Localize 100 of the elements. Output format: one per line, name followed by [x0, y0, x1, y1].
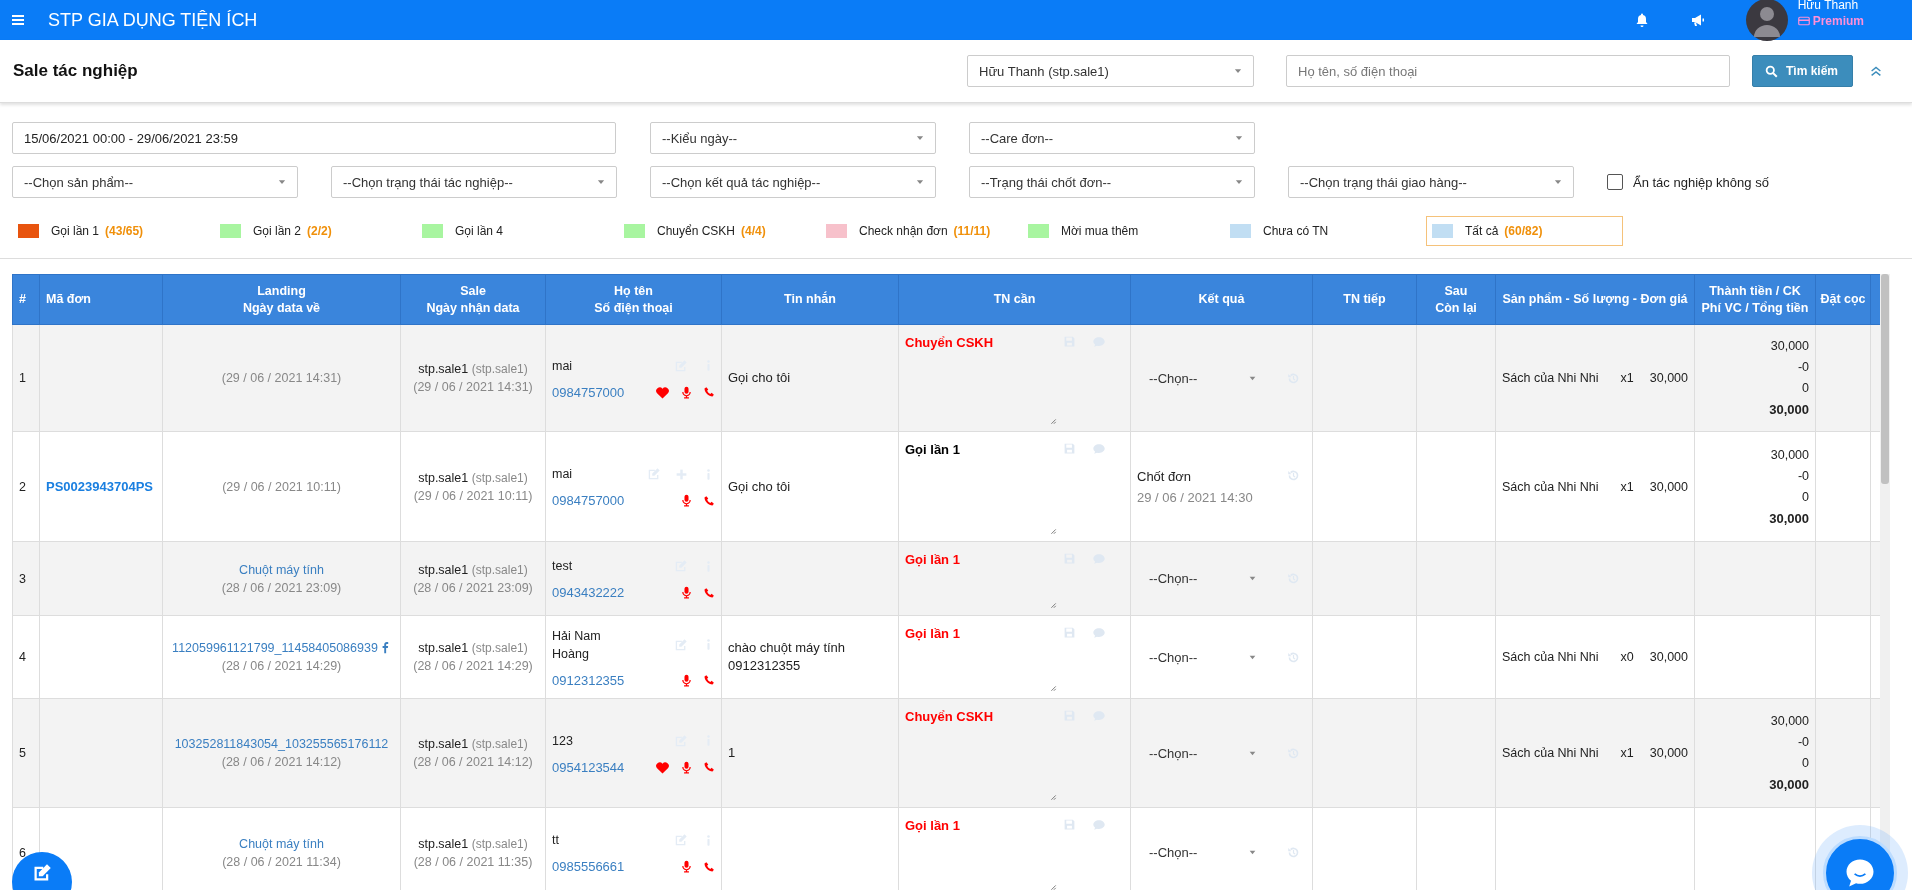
product-quantity: x1 [1620, 479, 1634, 494]
total-amount: -0 [1796, 468, 1809, 483]
edit-icon[interactable] [647, 467, 661, 481]
phone-link[interactable]: 0984757000 [552, 493, 647, 508]
legend-item[interactable]: Chưa có TN [1224, 216, 1426, 246]
message-text: Gọi cho tôi [721, 324, 899, 432]
landing-link[interactable]: Chuột máy tính [239, 836, 324, 851]
landing-link[interactable]: 103252811843054_103255565176112 [174, 737, 389, 751]
mic-icon[interactable] [680, 494, 693, 507]
legend-item[interactable]: Check nhận đơn (11/11) [820, 216, 1022, 246]
product-quantity: x0 [1620, 650, 1634, 664]
landing-link[interactable]: 112059961121799_11458405086939 [172, 641, 378, 655]
column-header[interactable]: Landing Ngày data về [162, 274, 401, 325]
phone-link[interactable]: 0984757000 [552, 384, 655, 400]
legend-label: Check nhận đơn [859, 224, 948, 238]
message-text: chào chuột máy tính 0912312355 [721, 615, 899, 699]
mic-icon[interactable] [680, 385, 693, 399]
column-header[interactable]: Sản phẩm - Số lượng - Đơn giá [1495, 274, 1695, 325]
checkbox-label: Ẩn tác nghiệp không số [1633, 174, 1769, 190]
legend-label: Gọi lần 2 [253, 224, 302, 238]
column-header[interactable]: Mã đơn [39, 274, 163, 325]
total-amount: -0 [1796, 735, 1809, 749]
legend-item[interactable]: Gọi lần 2 (2/2) [214, 216, 416, 246]
total-amount: 0 [1801, 489, 1809, 504]
row-number: 3 [12, 541, 40, 616]
scrollbar-thumb[interactable] [1881, 274, 1889, 484]
product-name: Sách của Nhi Nhi [1502, 479, 1600, 494]
edit-icon[interactable] [674, 637, 688, 652]
column-header[interactable]: Tin nhắn [721, 274, 899, 325]
legend-item[interactable]: Gọi lần 1 (43/65) [12, 216, 214, 246]
landing-date: (29 / 06 / 2021 10:11) [221, 479, 342, 494]
phone-link[interactable]: 0912312355 [552, 672, 674, 688]
product-price: 30,000 [1649, 371, 1688, 385]
phone-link[interactable]: 0943432222 [552, 585, 674, 600]
history-icon[interactable] [1287, 650, 1300, 664]
legend-item[interactable]: Gọi lần 4 [416, 216, 618, 246]
sale-date: (28 / 06 / 2021 23:09) [412, 580, 534, 595]
column-header[interactable]: Sau Còn lại [1416, 274, 1496, 325]
megaphone-icon[interactable] [1689, 12, 1706, 28]
menu-icon[interactable] [10, 12, 26, 28]
sale-user: stp.sale1 [418, 641, 469, 655]
edit-icon[interactable] [674, 833, 688, 847]
column-header[interactable]: # [12, 274, 40, 325]
mic-icon[interactable] [680, 673, 693, 687]
history-icon[interactable] [1287, 468, 1300, 482]
search-field[interactable]: Họ tên, số điện thoại [1286, 55, 1730, 87]
legend-item[interactable]: Chuyển CSKH (4/4) [618, 216, 820, 246]
phone-link[interactable]: 0954123544 [552, 759, 655, 775]
heart-icon[interactable] [655, 759, 670, 775]
filter-select[interactable]: --Trạng thái chốt đơn-- [969, 166, 1255, 198]
filter-select[interactable]: --Chọn trạng thái giao hàng-- [1288, 166, 1574, 198]
filter-select[interactable]: --Care đơn-- [969, 122, 1255, 154]
avatar[interactable] [1745, 0, 1788, 41]
landing-link[interactable]: Chuột máy tính [239, 562, 324, 577]
phone-icon[interactable] [703, 674, 715, 686]
legend-item[interactable]: Tất cả (60/82) [1426, 216, 1623, 246]
sale-date: (28 / 06 / 2021 11:35) [412, 854, 534, 869]
mic-icon[interactable] [680, 860, 693, 873]
filter-select[interactable]: --Kiểu ngày-- [650, 122, 936, 154]
filter-select[interactable]: --Chọn sản phẩm-- [12, 166, 298, 198]
filter-select[interactable]: --Chọn kết quả tác nghiệp-- [650, 166, 936, 198]
phone-link[interactable]: 0985556661 [552, 859, 674, 874]
column-header[interactable]: Sale Ngày nhận data [400, 274, 546, 325]
plus-icon[interactable] [675, 467, 688, 481]
phone-icon[interactable] [703, 860, 715, 873]
column-header[interactable]: Thành tiền / CK Phí VC / Tổng tiền [1694, 274, 1816, 325]
heart-icon[interactable] [655, 384, 670, 400]
legend-label: Chuyển CSKH [657, 224, 736, 238]
column-header[interactable]: Đặt cọc [1815, 274, 1871, 325]
sale-user: stp.sale1 [418, 562, 469, 577]
search-button[interactable]: Tìm kiếm [1752, 55, 1854, 87]
mic-icon[interactable] [680, 586, 693, 599]
phone-icon[interactable] [703, 386, 715, 398]
order-code-link[interactable]: PS0023943704PS [46, 479, 153, 494]
sale-date: (29 / 06 / 2021 10:11) [412, 488, 534, 503]
column-header[interactable]: Họ tên Số điện thoại [545, 274, 722, 325]
column-header[interactable]: Kết quả [1130, 274, 1313, 325]
phone-icon[interactable] [703, 494, 715, 507]
mic-icon[interactable] [680, 760, 693, 774]
legend-label: Mời mua thêm [1061, 224, 1139, 238]
phone-icon[interactable] [703, 761, 715, 773]
caret-icon [1248, 574, 1257, 583]
date-range-field[interactable]: 15/06/2021 00:00 - 29/06/2021 23:59 [12, 122, 616, 154]
checkbox[interactable] [1607, 174, 1623, 190]
total-amount: -0 [1796, 360, 1809, 374]
row-number: 4 [12, 615, 40, 699]
column-header[interactable]: TN tiếp [1312, 274, 1417, 325]
legend-item[interactable]: Mời mua thêm [1022, 216, 1224, 246]
filter-select[interactable]: --Chọn trạng thái tác nghiệp-- [331, 166, 617, 198]
collapse-icon[interactable] [1869, 64, 1884, 78]
sale-account: (stp.sale1) [471, 562, 528, 577]
legend-label: Gọi lần 4 [455, 224, 504, 238]
product-price: 30,000 [1649, 479, 1688, 494]
product-quantity: x1 [1620, 371, 1634, 385]
customer-name: tt [552, 832, 560, 849]
sale-account: (stp.sale1) [471, 836, 528, 851]
phone-icon[interactable] [703, 586, 715, 599]
user-select[interactable]: Hữu Thanh (stp.sale1) [967, 55, 1254, 87]
column-header[interactable]: TN cần [898, 274, 1131, 325]
history-icon[interactable] [1287, 846, 1300, 859]
